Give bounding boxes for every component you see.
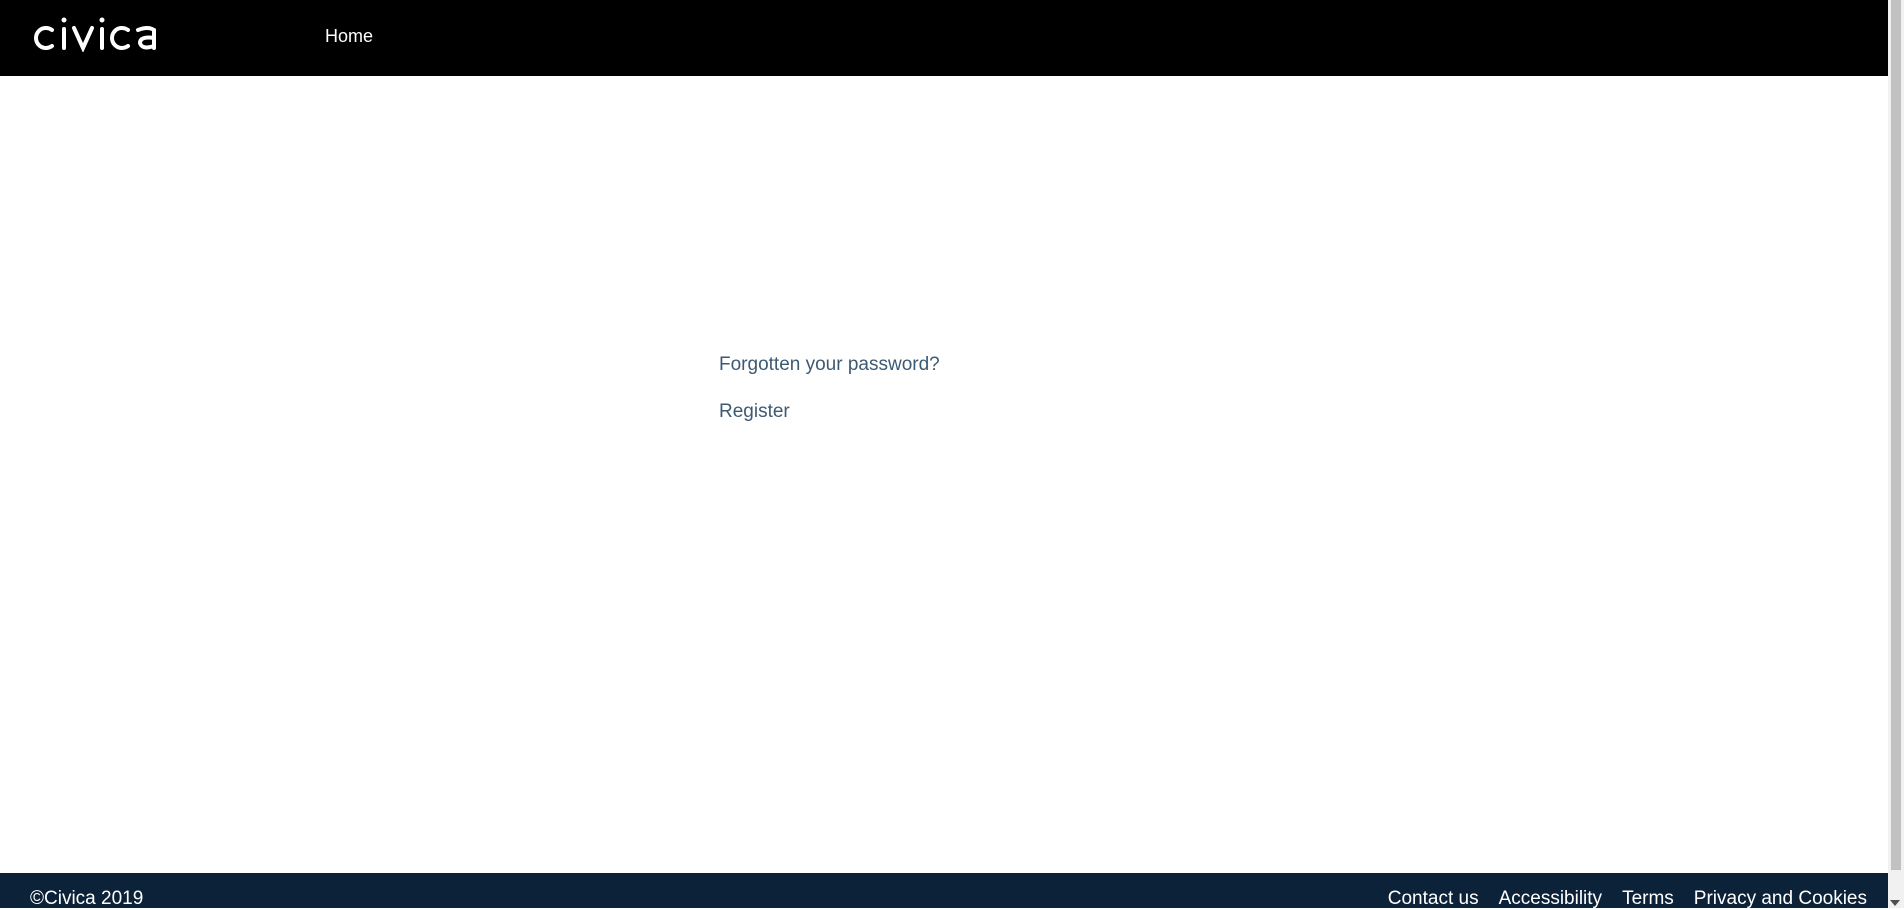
- register-link[interactable]: Register: [719, 399, 940, 425]
- vertical-scrollbar[interactable]: [1888, 0, 1904, 908]
- copyright-text: ©Civica 2019: [30, 888, 144, 909]
- footer-link-accessibility[interactable]: Accessibility: [1499, 888, 1602, 910]
- civica-logo[interactable]: [30, 16, 182, 52]
- footer-link-privacy-and-cookies[interactable]: Privacy and Cookies: [1694, 888, 1867, 910]
- account-links: Forgotten your password? Register: [719, 352, 940, 425]
- footer-link-contact-us[interactable]: Contact us: [1388, 888, 1479, 910]
- scrollbar-thumb[interactable]: [1891, 0, 1901, 870]
- footer-link-terms[interactable]: Terms: [1622, 888, 1674, 910]
- nav-home-link[interactable]: Home: [325, 26, 373, 47]
- scroll-down-arrow-icon[interactable]: [1890, 900, 1900, 906]
- page-footer: ©Civica 2019 Contact us Accessibility Te…: [0, 873, 1888, 910]
- footer-links: Contact us Accessibility Terms Privacy a…: [1388, 888, 1867, 910]
- top-header: Home: [0, 0, 1888, 76]
- forgot-password-link[interactable]: Forgotten your password?: [719, 352, 940, 378]
